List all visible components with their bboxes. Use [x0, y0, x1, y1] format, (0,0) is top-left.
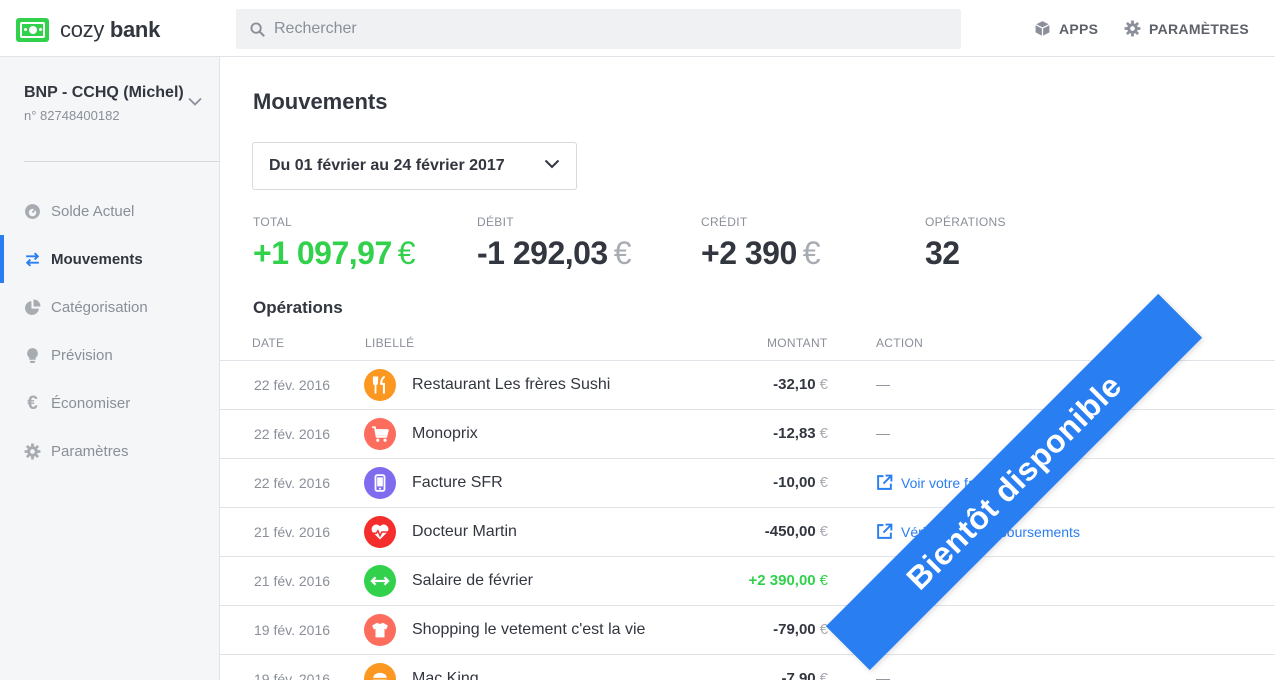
- operation-amount: -12,83 €: [773, 425, 828, 442]
- page-title: Mouvements: [253, 89, 388, 114]
- banknote-icon: [16, 18, 49, 42]
- operation-date: 19 fév. 2016: [254, 671, 331, 680]
- period-label: Du 01 février au 24 février 2017: [269, 157, 505, 174]
- app-name: cozy bank: [60, 17, 161, 42]
- account-selector[interactable]: BNP - CCHQ (Michel) n° 82748400182: [24, 84, 184, 123]
- sidebar-item-label: Économiser: [51, 394, 131, 412]
- operation-label: Docteur Martin: [412, 523, 517, 540]
- table-row[interactable]: 19 fév. 2016 Mac King -7,90 € —: [220, 654, 1275, 680]
- operation-date: 22 fév. 2016: [254, 377, 331, 393]
- sidebar-item-label: Mouvements: [51, 250, 143, 268]
- operation-amount: -7,90 €: [781, 670, 828, 680]
- sidebar-item-label: Solde Actuel: [51, 202, 135, 220]
- sidebar-item-label: Catégorisation: [51, 298, 148, 316]
- kpi-operations: OPÉRATIONS 32: [925, 215, 1006, 272]
- kpi-label: TOTAL: [253, 215, 293, 229]
- sidebar-item-prevision[interactable]: Prévision: [0, 331, 219, 379]
- lightbulb-icon: [24, 347, 41, 364]
- cube-icon: [1035, 21, 1050, 36]
- operation-label: Shopping le vetement c'est la vie: [412, 621, 646, 638]
- burger-icon: [364, 663, 396, 680]
- operations-title: Opérations: [253, 298, 343, 317]
- column-header-amount[interactable]: MONTANT: [767, 336, 828, 350]
- operation-label: Salaire de février: [412, 572, 533, 589]
- operation-date: 21 fév. 2016: [254, 573, 331, 589]
- external-link-icon: [876, 523, 893, 540]
- chevron-down-icon[interactable]: [188, 97, 202, 106]
- table-row[interactable]: 21 fév. 2016 Docteur Martin -450,00€ Vér…: [220, 507, 1275, 556]
- logo[interactable]: cozy bank: [16, 17, 160, 43]
- kpi-value: +1 097,97 €: [253, 235, 416, 271]
- smartphone-icon: [364, 467, 396, 499]
- operation-amount: -32,10 €: [773, 376, 828, 393]
- account-name: BNP - CCHQ (Michel): [24, 84, 184, 101]
- operation-action: —: [876, 670, 890, 680]
- account-number: n° 82748400182: [24, 108, 120, 123]
- heart-pulse-icon: [364, 516, 396, 548]
- gear-icon: [1124, 20, 1141, 37]
- fork-knife-icon: [364, 369, 396, 401]
- search-input[interactable]: [274, 20, 914, 38]
- search-bar[interactable]: [236, 9, 961, 49]
- pie-chart-icon: [24, 299, 41, 316]
- table-row[interactable]: 22 fév. 2016 Facture SFR -10,00 € Voir vo…: [220, 458, 1275, 507]
- search-icon: [250, 21, 265, 37]
- sidebar-item-label: Paramètres: [51, 442, 129, 460]
- operation-amount: -10,00 €: [773, 474, 828, 491]
- operation-amount: +2 390,00 €: [748, 572, 829, 589]
- sidebar: BNP - CCHQ (Michel) n° 82748400182 Solde…: [0, 57, 220, 680]
- column-header-action: ACTION: [876, 336, 924, 350]
- period-selector[interactable]: Du 01 février au 24 février 2017: [252, 142, 577, 190]
- apps-button[interactable]: APPS: [1034, 20, 1098, 37]
- tshirt-icon: [364, 614, 396, 646]
- kpi-value: +2 390 €: [701, 235, 821, 271]
- sidebar-item-solde-actuel[interactable]: Solde Actuel: [0, 187, 219, 235]
- app-window: cozy bank APPS PARAMÈTRES BNP - CCHQ (Mi…: [0, 0, 1275, 680]
- table-row[interactable]: 21 fév. 2016 Salaire de février +2 390,0…: [220, 556, 1275, 605]
- kpi-debit: DÉBIT -1 292,03 €: [477, 215, 632, 272]
- chevron-down-icon: [544, 159, 560, 169]
- operation-label: Monoprix: [412, 425, 478, 442]
- sidebar-item-parametres[interactable]: Paramètres: [0, 427, 219, 475]
- settings-label: PARAMÈTRES: [1149, 20, 1249, 37]
- sidebar-item-categorisation[interactable]: Catégorisation: [0, 283, 219, 331]
- column-header-date[interactable]: DATE: [252, 336, 284, 350]
- operation-amount: -79,00 €: [773, 621, 828, 638]
- operation-date: 21 fév. 2016: [254, 524, 331, 540]
- operation-date: 22 fév. 2016: [254, 475, 331, 491]
- kpi-value: -1 292,03 €: [477, 235, 632, 271]
- table-row[interactable]: 19 fév. 2016 Shopping le vetement c'est …: [220, 605, 1275, 654]
- operation-action: —: [876, 425, 890, 441]
- sidebar-item-mouvements[interactable]: Mouvements: [0, 235, 219, 283]
- operation-label: Facture SFR: [412, 474, 503, 491]
- transfer-arrows-icon: [24, 251, 41, 268]
- column-header-label[interactable]: LIBELLÉ: [365, 336, 414, 350]
- sidebar-item-economiser[interactable]: € Économiser: [0, 379, 219, 427]
- gear-icon: [24, 443, 41, 460]
- kpi-label: DÉBIT: [477, 215, 514, 229]
- kpi-value: 32: [925, 235, 960, 271]
- sidebar-nav: Solde Actuel Mouvements Catégorisation P…: [0, 187, 219, 475]
- operation-action: —: [876, 376, 890, 392]
- shopping-cart-icon: [364, 418, 396, 450]
- kpi-label: OPÉRATIONS: [925, 215, 1006, 229]
- settings-button[interactable]: PARAMÈTRES: [1124, 20, 1249, 37]
- operation-amount: -450,00 €: [764, 523, 828, 540]
- operation-date: 22 fév. 2016: [254, 426, 331, 442]
- sidebar-item-label: Prévision: [51, 346, 113, 364]
- top-bar: cozy bank APPS PARAMÈTRES: [0, 0, 1275, 57]
- euro-icon: €: [27, 392, 38, 414]
- kpi-credit: CRÉDIT +2 390 €: [701, 215, 821, 272]
- kpi-total: TOTAL +1 097,97 €: [253, 215, 416, 272]
- sidebar-divider: [24, 161, 220, 162]
- apps-label: APPS: [1059, 20, 1099, 37]
- kpi-label: CRÉDIT: [701, 215, 748, 229]
- external-link-icon: [876, 474, 893, 491]
- operation-label: Restaurant Les frères Sushi: [412, 376, 611, 393]
- operation-label: Mac King: [412, 670, 479, 680]
- gauge-icon: [24, 203, 41, 220]
- transfer-arrows-icon: [364, 565, 396, 597]
- operation-date: 19 fév. 2016: [254, 622, 331, 638]
